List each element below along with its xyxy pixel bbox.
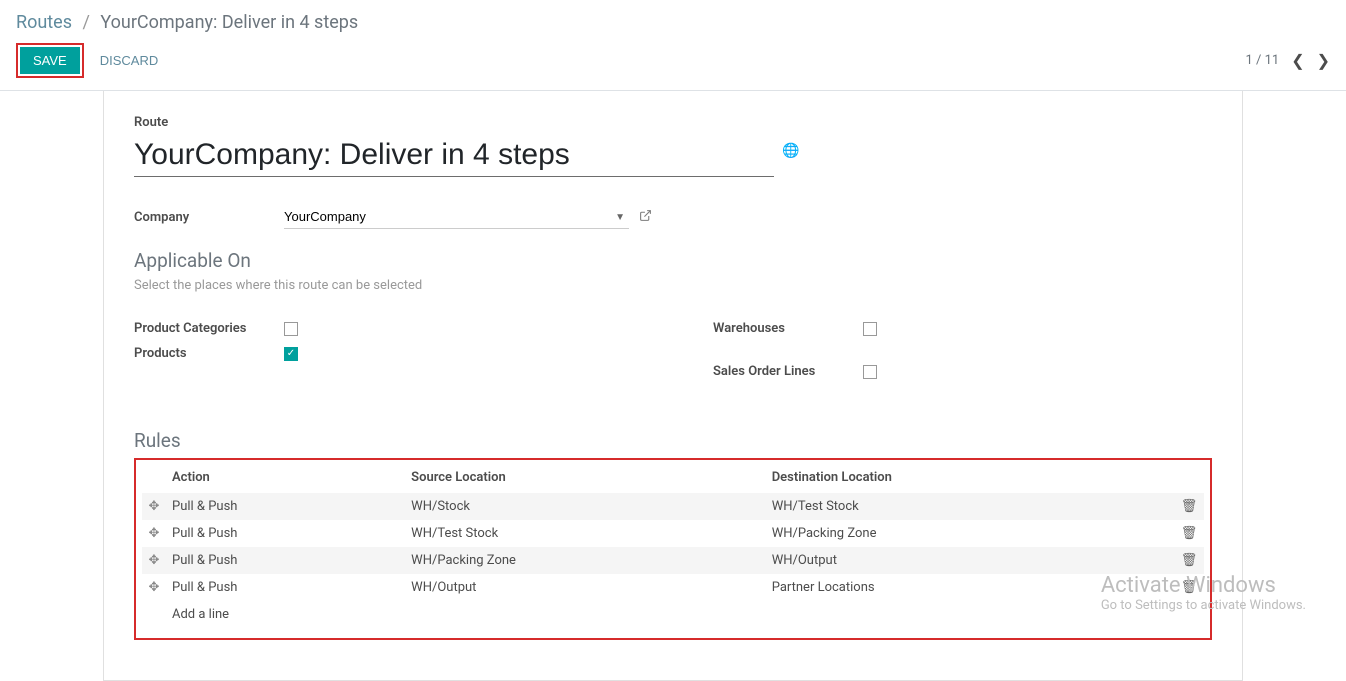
warehouses-checkbox[interactable]	[863, 322, 877, 336]
products-label: Products	[134, 346, 284, 361]
next-icon[interactable]: ❯	[1317, 51, 1330, 70]
cell-action[interactable]: Pull & Push	[166, 493, 405, 520]
cell-source[interactable]: WH/Packing Zone	[405, 547, 766, 574]
globe-icon[interactable]: 🌐	[782, 143, 799, 159]
pager: 1 / 11	[1245, 53, 1279, 68]
company-label: Company	[134, 210, 284, 225]
product-categories-checkbox[interactable]	[284, 322, 298, 336]
drag-icon[interactable]: ✥	[142, 520, 166, 547]
cell-action[interactable]: Pull & Push	[166, 547, 405, 574]
table-row[interactable]: ✥ Pull & Push WH/Packing Zone WH/Output …	[142, 547, 1204, 574]
external-link-icon[interactable]	[639, 209, 652, 226]
col-source: Source Location	[405, 462, 766, 493]
rules-title: Rules	[134, 429, 1212, 452]
toolbar: SAVE DISCARD 1 / 11 ❮ ❯	[0, 37, 1346, 91]
table-row[interactable]: ✥ Pull & Push WH/Stock WH/Test Stock 🗑	[142, 493, 1204, 520]
rules-table: Action Source Location Destination Locat…	[142, 462, 1204, 628]
sales-order-lines-label: Sales Order Lines	[713, 364, 863, 379]
cell-dest[interactable]: WH/Packing Zone	[766, 520, 1174, 547]
trash-icon[interactable]: 🗑	[1174, 520, 1204, 547]
product-categories-label: Product Categories	[134, 321, 284, 336]
sales-order-lines-checkbox[interactable]	[863, 365, 877, 379]
cell-dest[interactable]: Partner Locations	[766, 574, 1174, 601]
save-highlight: SAVE	[16, 43, 84, 78]
trash-icon[interactable]: 🗑	[1174, 493, 1204, 520]
cell-source[interactable]: WH/Stock	[405, 493, 766, 520]
cell-action[interactable]: Pull & Push	[166, 520, 405, 547]
form-sheet: Route 🌐 Company ▼ Applicable On Select t…	[103, 91, 1243, 681]
add-line-row[interactable]: Add a line	[142, 601, 1204, 628]
warehouses-label: Warehouses	[713, 321, 863, 336]
company-input[interactable]	[284, 205, 629, 229]
trash-icon[interactable]: 🗑	[1174, 547, 1204, 574]
route-label: Route	[134, 115, 1212, 130]
cell-dest[interactable]: WH/Output	[766, 547, 1174, 574]
route-name-input[interactable]	[134, 136, 774, 177]
rules-highlight: Action Source Location Destination Locat…	[134, 458, 1212, 640]
applicable-title: Applicable On	[134, 249, 1212, 272]
drag-icon[interactable]: ✥	[142, 547, 166, 574]
breadcrumb: Routes / YourCompany: Deliver in 4 steps	[0, 0, 1346, 37]
cell-action[interactable]: Pull & Push	[166, 574, 405, 601]
cell-dest[interactable]: WH/Test Stock	[766, 493, 1174, 520]
breadcrumb-sep: /	[82, 12, 89, 33]
prev-icon[interactable]: ❮	[1291, 51, 1304, 70]
cell-source[interactable]: WH/Output	[405, 574, 766, 601]
drag-icon[interactable]: ✥	[142, 574, 166, 601]
products-checkbox[interactable]: ✓	[284, 347, 298, 361]
table-row[interactable]: ✥ Pull & Push WH/Test Stock WH/Packing Z…	[142, 520, 1204, 547]
discard-button[interactable]: DISCARD	[88, 47, 171, 74]
add-line-link[interactable]: Add a line	[166, 601, 1204, 628]
col-dest: Destination Location	[766, 462, 1174, 493]
col-action: Action	[166, 462, 405, 493]
breadcrumb-current: YourCompany: Deliver in 4 steps	[100, 12, 358, 33]
applicable-subtitle: Select the places where this route can b…	[134, 278, 1212, 293]
table-row[interactable]: ✥ Pull & Push WH/Output Partner Location…	[142, 574, 1204, 601]
drag-icon[interactable]: ✥	[142, 493, 166, 520]
breadcrumb-root[interactable]: Routes	[16, 12, 72, 33]
save-button[interactable]: SAVE	[20, 47, 80, 74]
cell-source[interactable]: WH/Test Stock	[405, 520, 766, 547]
trash-icon[interactable]: 🗑	[1174, 574, 1204, 601]
